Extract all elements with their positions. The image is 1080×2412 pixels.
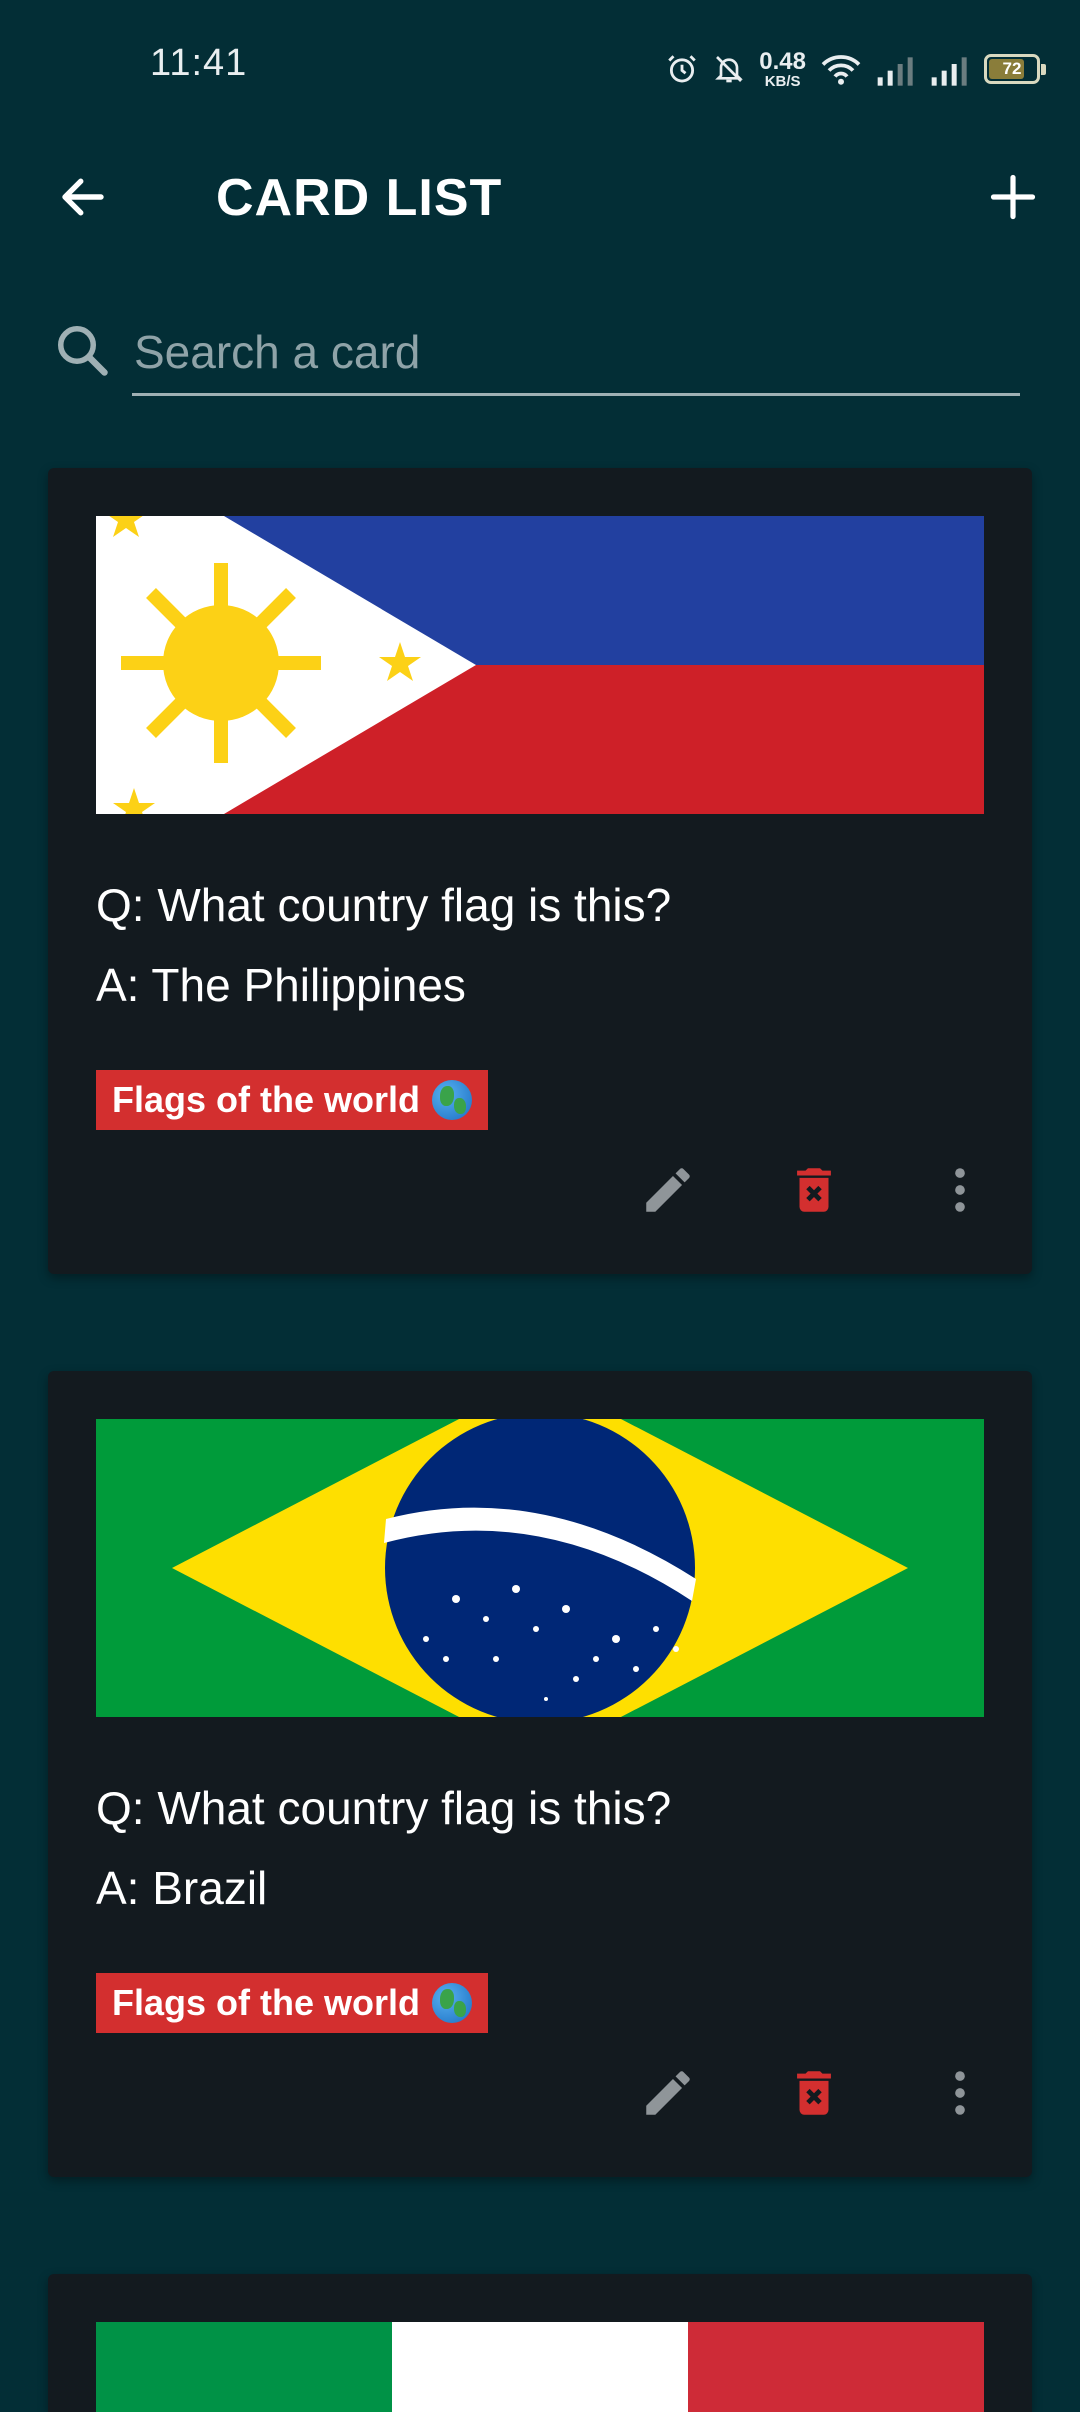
page-title: CARD LIST bbox=[216, 169, 503, 227]
delete-button[interactable] bbox=[782, 1158, 846, 1222]
status-icons: 0.48 KB/S 72 bbox=[665, 44, 1046, 94]
card-question: Q: What country flag is this? bbox=[96, 879, 672, 931]
edit-button[interactable] bbox=[636, 2061, 700, 2125]
globe-icon bbox=[432, 1983, 473, 2023]
card-answer: A: The Philippines bbox=[96, 959, 466, 1011]
more-vert-icon bbox=[955, 2071, 965, 2115]
arrow-left-icon bbox=[62, 178, 104, 216]
card[interactable] bbox=[48, 2274, 1032, 2412]
category-tag[interactable]: Flags of the world bbox=[96, 1070, 489, 1130]
status-bar: 11:41 0.48 KB/S 72 bbox=[0, 0, 1080, 130]
delete-button[interactable] bbox=[782, 2061, 846, 2125]
battery-icon: 72 bbox=[984, 54, 1046, 84]
card-question: Q: What country flag is this? bbox=[96, 1782, 672, 1834]
pencil-icon bbox=[646, 1168, 690, 1212]
philippines-flag bbox=[96, 516, 984, 814]
pencil-icon bbox=[646, 2071, 690, 2115]
alarm-icon bbox=[668, 55, 697, 83]
signal-icon bbox=[877, 57, 913, 86]
italy-flag bbox=[96, 2322, 984, 2412]
back-button[interactable] bbox=[48, 162, 118, 232]
notifications-off-icon bbox=[715, 56, 744, 83]
card[interactable]: Q: What country flag is this? A: The Phi… bbox=[48, 468, 1032, 1274]
delete-icon bbox=[797, 2071, 831, 2115]
delete-icon bbox=[797, 1168, 831, 1212]
globe-icon bbox=[432, 1080, 473, 1120]
card-actions bbox=[636, 1158, 992, 1222]
search-input[interactable] bbox=[132, 310, 1020, 396]
category-tag[interactable]: Flags of the world bbox=[96, 1973, 489, 2033]
card[interactable]: Q: What country flag is this? A: Brazil … bbox=[48, 1371, 1032, 2177]
tag-label: Flags of the world bbox=[112, 1079, 421, 1120]
card-actions bbox=[636, 2061, 992, 2125]
net-speed: 0.48 KB/S bbox=[759, 47, 806, 90]
edit-button[interactable] bbox=[636, 1158, 700, 1222]
search-icon bbox=[58, 326, 108, 376]
add-card-button[interactable] bbox=[978, 162, 1048, 232]
app-bar: CARD LIST bbox=[0, 140, 1080, 250]
more-options-button[interactable] bbox=[928, 2061, 992, 2125]
signal-icon bbox=[931, 57, 967, 86]
more-vert-icon bbox=[955, 1168, 965, 1212]
more-options-button[interactable] bbox=[928, 1158, 992, 1222]
card-answer: A: Brazil bbox=[96, 1862, 268, 1914]
plus-icon bbox=[990, 174, 1036, 220]
search-bar bbox=[52, 310, 1020, 400]
status-time: 11:41 bbox=[150, 42, 248, 84]
wifi-icon bbox=[821, 55, 861, 85]
brazil-flag bbox=[96, 1419, 984, 1717]
tag-label: Flags of the world bbox=[112, 1982, 421, 2023]
